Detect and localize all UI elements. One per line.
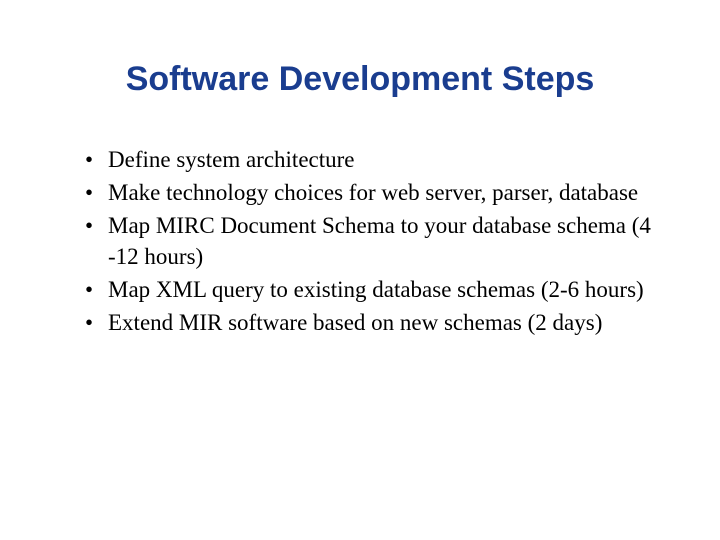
list-item: Extend MIR software based on new schemas… [80,307,660,338]
list-item: Map XML query to existing database schem… [80,274,660,305]
list-item: Make technology choices for web server, … [80,177,660,208]
list-item: Define system architecture [80,144,660,175]
list-item: Map MIRC Document Schema to your databas… [80,210,660,272]
slide-container: Software Development Steps Define system… [0,0,720,380]
bullet-list: Define system architecture Make technolo… [80,144,660,338]
slide-title: Software Development Steps [60,60,660,99]
